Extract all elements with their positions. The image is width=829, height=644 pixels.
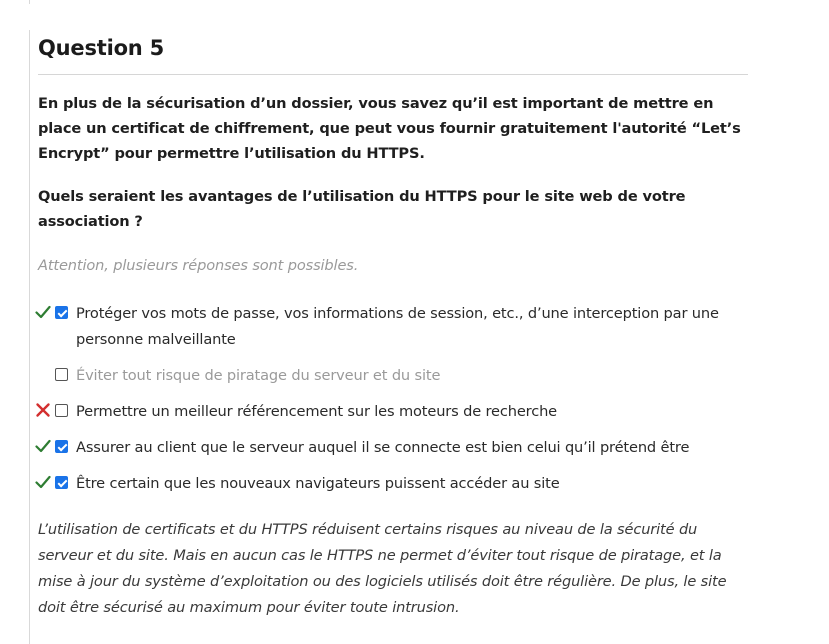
answer-label-3: Permettre un meilleur référencement sur … [76,403,558,420]
answer-label-4: Assurer au client que le serveur auquel … [76,439,690,456]
answer-option-2[interactable]: Éviter tout risque de piratage du serveu… [35,363,755,389]
check-icon [35,439,51,453]
question-title: Question 5 [38,36,165,60]
multiple-answers-hint: Attention, plusieurs réponses sont possi… [38,257,359,274]
answer-option-5[interactable]: Être certain que les nouveaux navigateur… [35,471,755,497]
title-divider [38,74,748,75]
check-icon [35,305,51,319]
answer-option-3[interactable]: Permettre un meilleur référencement sur … [35,399,755,425]
question-prompt: Quels seraient les avantages de l’utilis… [38,188,686,230]
check-icon [35,475,51,489]
answer-option-1[interactable]: Protéger vos mots de passe, vos informat… [35,301,755,348]
answer-explanation: L’utilisation de certificats et du HTTPS… [38,521,727,616]
answer-option-4[interactable]: Assurer au client que le serveur auquel … [35,435,755,461]
answer-checkbox-1[interactable] [55,306,68,319]
left-border [29,30,30,644]
question-intro: En plus de la sécurisation d’un dossier,… [38,95,741,162]
answer-checkbox-4[interactable] [55,440,68,453]
answer-label-2: Éviter tout risque de piratage du serveu… [76,367,441,384]
answer-checkbox-2[interactable] [55,368,68,381]
answer-checkbox-3[interactable] [55,404,68,417]
answer-label-1: Protéger vos mots de passe, vos informat… [76,305,719,348]
top-divider-tick [29,0,30,4]
answer-checkbox-5[interactable] [55,476,68,489]
cross-icon [36,403,50,417]
answer-label-5: Être certain que les nouveaux navigateur… [76,475,560,492]
